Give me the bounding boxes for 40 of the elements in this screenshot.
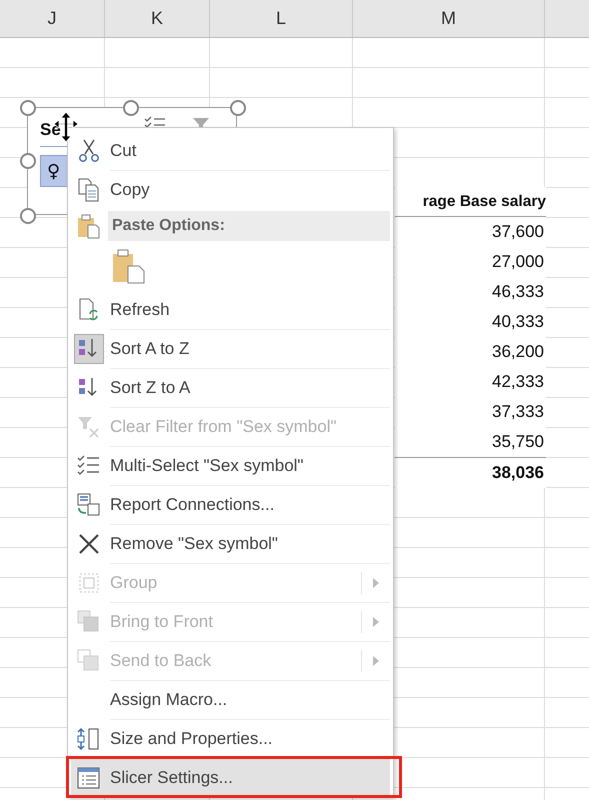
column-header[interactable]: K xyxy=(105,0,210,37)
menu-item[interactable]: Copy xyxy=(71,170,390,209)
column-header[interactable]: J xyxy=(0,0,105,37)
column-heading: rage Base salary xyxy=(395,187,546,217)
resize-handle[interactable] xyxy=(20,208,36,224)
menu-item[interactable]: Sort Z to A xyxy=(71,368,390,407)
table-cell-text: 37,600 xyxy=(491,221,545,243)
resize-handle[interactable] xyxy=(123,100,139,116)
table-cell-text: 40,333 xyxy=(491,311,545,333)
resize-handle[interactable] xyxy=(20,153,36,169)
slicer-title: Se xyxy=(40,120,61,140)
menu-item[interactable]: Report Connections... xyxy=(71,485,390,524)
scissors-icon xyxy=(76,138,102,164)
menu-item[interactable]: Remove "Sex symbol" xyxy=(71,524,390,563)
multi-select-icon[interactable] xyxy=(144,116,166,130)
table-cell-text: 42,333 xyxy=(491,371,545,393)
menu-item[interactable]: Multi-Select "Sex symbol" xyxy=(71,446,390,485)
table-cell-text: 37,333 xyxy=(491,401,545,423)
column-header[interactable]: M xyxy=(353,0,545,37)
table-cell-text: 35,750 xyxy=(491,431,545,453)
menu-item[interactable]: Size and Properties... xyxy=(71,719,390,758)
menu-item[interactable]: Sort A to Z xyxy=(71,329,390,368)
submenu-arrow-icon xyxy=(372,616,380,628)
report-connections-icon xyxy=(76,492,102,518)
resize-handle[interactable] xyxy=(230,100,246,116)
menu-item[interactable]: Assign Macro... xyxy=(71,680,390,719)
table-cell-text: 36,200 xyxy=(491,341,545,363)
slicer-settings-icon xyxy=(76,765,102,791)
table-cell-text: 46,333 xyxy=(491,281,545,303)
grand-total-cell: 38,036 xyxy=(395,457,546,488)
menu-item[interactable]: Cut xyxy=(71,131,390,170)
table-cell-text: 27,000 xyxy=(491,251,545,273)
paste-icon[interactable] xyxy=(111,248,147,284)
paste-icon xyxy=(76,213,102,239)
submenu-arrow-icon xyxy=(372,577,380,589)
menu-item[interactable]: Refresh xyxy=(71,290,390,329)
column-header[interactable]: L xyxy=(210,0,353,37)
menu-section-header: Paste Options: xyxy=(108,211,390,241)
resize-handle[interactable] xyxy=(20,100,36,116)
submenu-arrow-icon xyxy=(372,655,380,667)
